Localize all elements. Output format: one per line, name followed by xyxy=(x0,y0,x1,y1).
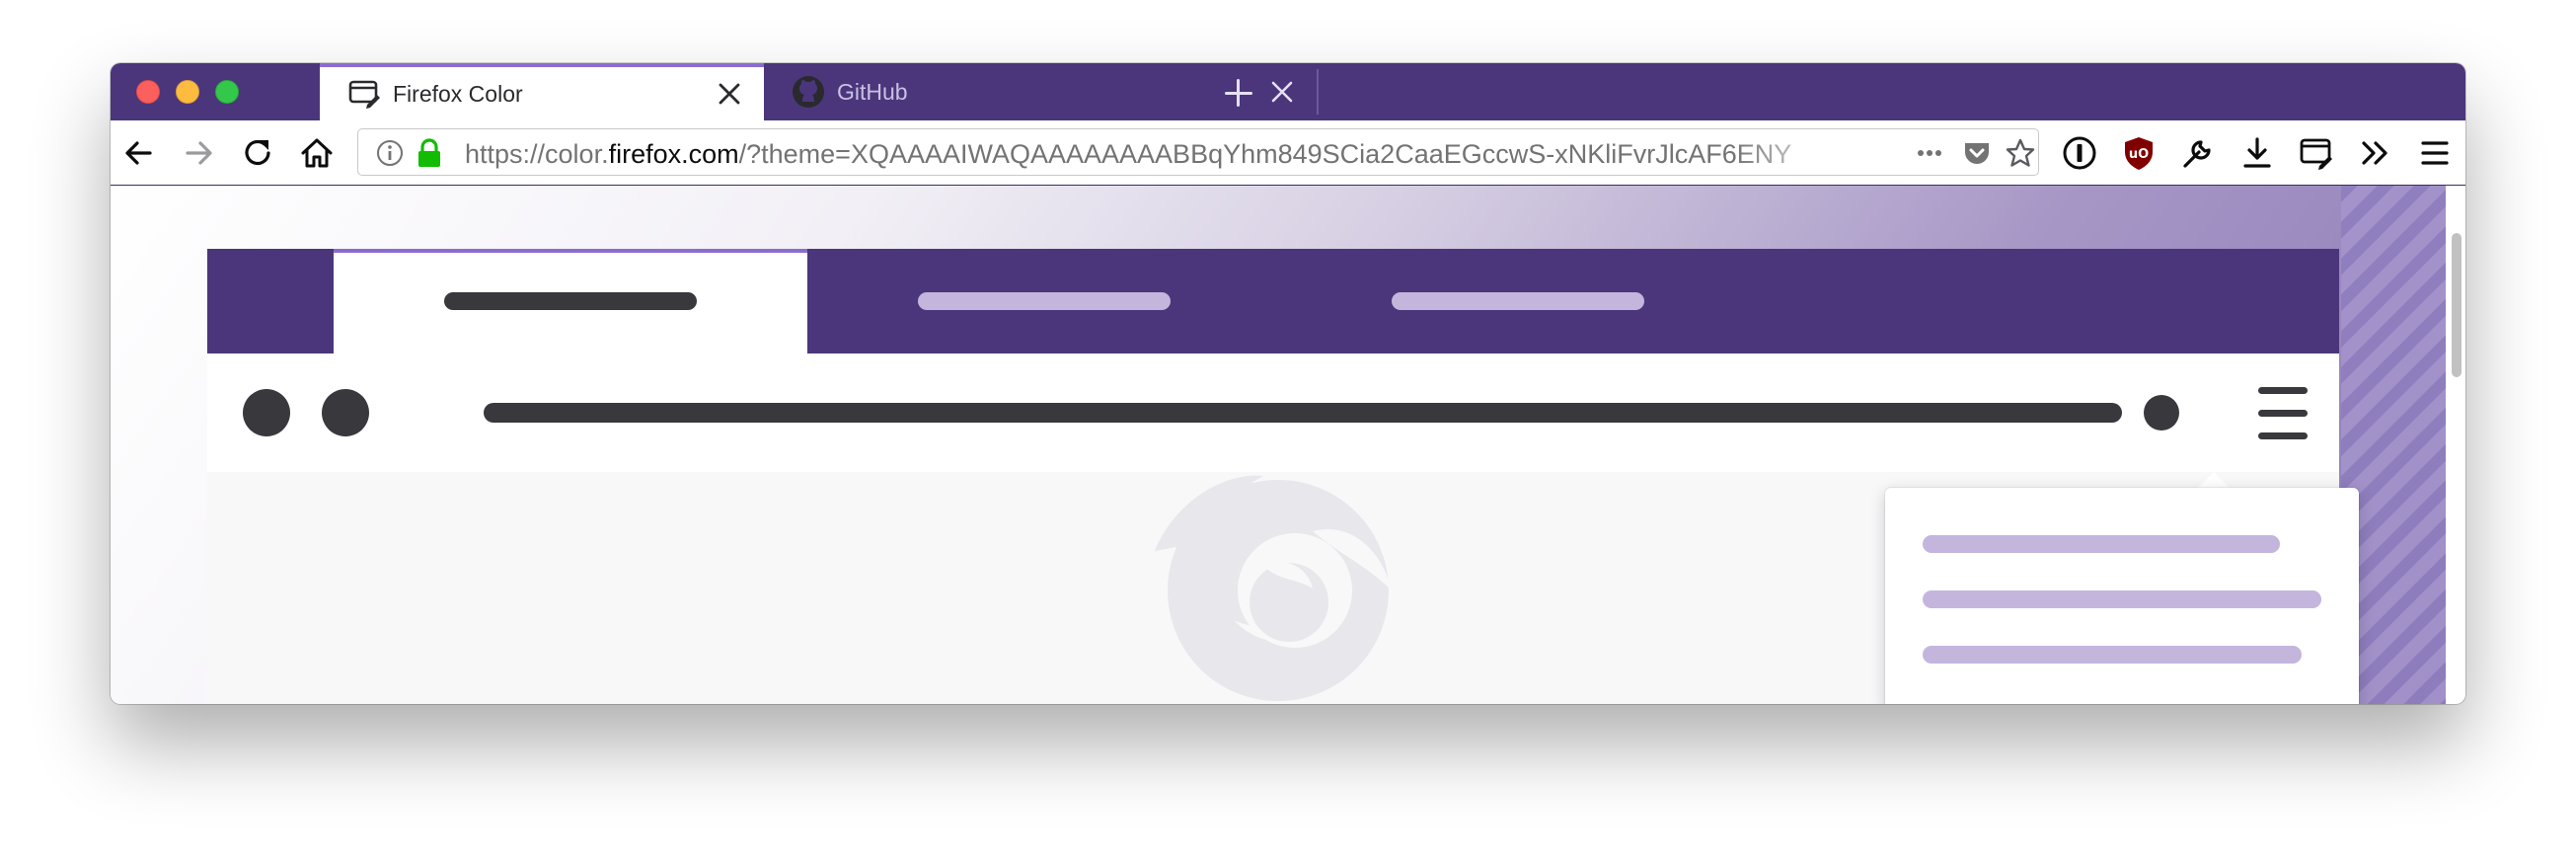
preview-active-tab-title-placeholder xyxy=(444,292,697,310)
scrollbar-thumb[interactable] xyxy=(2452,233,2462,377)
theme-preview xyxy=(207,249,2359,704)
hamburger-menu-icon[interactable] xyxy=(2416,134,2454,172)
window-close-button[interactable] xyxy=(136,80,160,104)
window-minimize-button[interactable] xyxy=(176,80,199,104)
preview-url-bar-placeholder xyxy=(484,403,2122,423)
overflow-chevron-icon[interactable] xyxy=(2357,134,2394,172)
tab-title: Firefox Color xyxy=(393,80,523,107)
firefox-logo-icon xyxy=(1155,475,1392,701)
page-actions-icon[interactable] xyxy=(1914,137,1945,169)
preview-menu-item-placeholder xyxy=(1923,590,2321,608)
preview-menu-popup xyxy=(1885,488,2359,704)
url-bar[interactable]: https://color.firefox.com/?theme=XQAAAAI… xyxy=(357,128,2039,176)
browser-window: Firefox Color GitHub https://color.firef… xyxy=(111,63,2465,704)
preview-menu-item-placeholder xyxy=(1923,646,2302,664)
ublock-origin-icon[interactable]: uO xyxy=(2120,134,2158,172)
bookmark-star-icon[interactable] xyxy=(2005,137,2036,169)
preview-toolbar-button xyxy=(2144,395,2179,431)
home-icon[interactable] xyxy=(298,134,336,172)
window-maximize-button[interactable] xyxy=(215,80,239,104)
firefox-color-icon xyxy=(347,77,381,111)
back-icon[interactable] xyxy=(120,134,158,172)
preview-tab-title-placeholder xyxy=(1392,292,1644,310)
tab-strip: Firefox Color GitHub xyxy=(111,63,2465,120)
preview-menu-icon xyxy=(2258,387,2308,440)
firefox-color-extension-icon[interactable] xyxy=(2298,134,2335,172)
downloads-icon[interactable] xyxy=(2238,134,2276,172)
preview-toolbar[interactable] xyxy=(207,353,2339,472)
url-text[interactable]: https://color.firefox.com/?theme=XQAAAAI… xyxy=(465,139,1845,170)
site-info-icon[interactable] xyxy=(374,137,406,169)
svg-text:uO: uO xyxy=(2129,147,2149,162)
close-tab-icon[interactable] xyxy=(1269,79,1295,105)
new-tab-button[interactable] xyxy=(1219,73,1258,113)
forward-icon[interactable] xyxy=(180,134,217,172)
page-content xyxy=(111,186,2465,704)
developer-tools-icon[interactable] xyxy=(2179,134,2217,172)
navigation-toolbar: https://color.firefox.com/?theme=XQAAAAI… xyxy=(111,120,2465,186)
preview-tab-strip[interactable] xyxy=(207,249,2339,353)
tab-separator xyxy=(1317,69,1319,115)
preview-menu-item-placeholder xyxy=(1923,535,2280,553)
onepassword-icon[interactable] xyxy=(2061,134,2098,172)
lock-icon xyxy=(414,137,445,169)
close-tab-icon[interactable] xyxy=(717,81,742,107)
github-icon xyxy=(792,75,825,109)
preview-tab-title-placeholder xyxy=(918,292,1171,310)
tab-firefox-color[interactable]: Firefox Color xyxy=(320,63,764,120)
pocket-icon[interactable] xyxy=(1961,137,1993,169)
preview-toolbar-button xyxy=(243,389,290,436)
reload-icon[interactable] xyxy=(239,134,276,172)
tab-title: GitHub xyxy=(837,78,908,105)
preview-toolbar-button xyxy=(322,389,369,436)
